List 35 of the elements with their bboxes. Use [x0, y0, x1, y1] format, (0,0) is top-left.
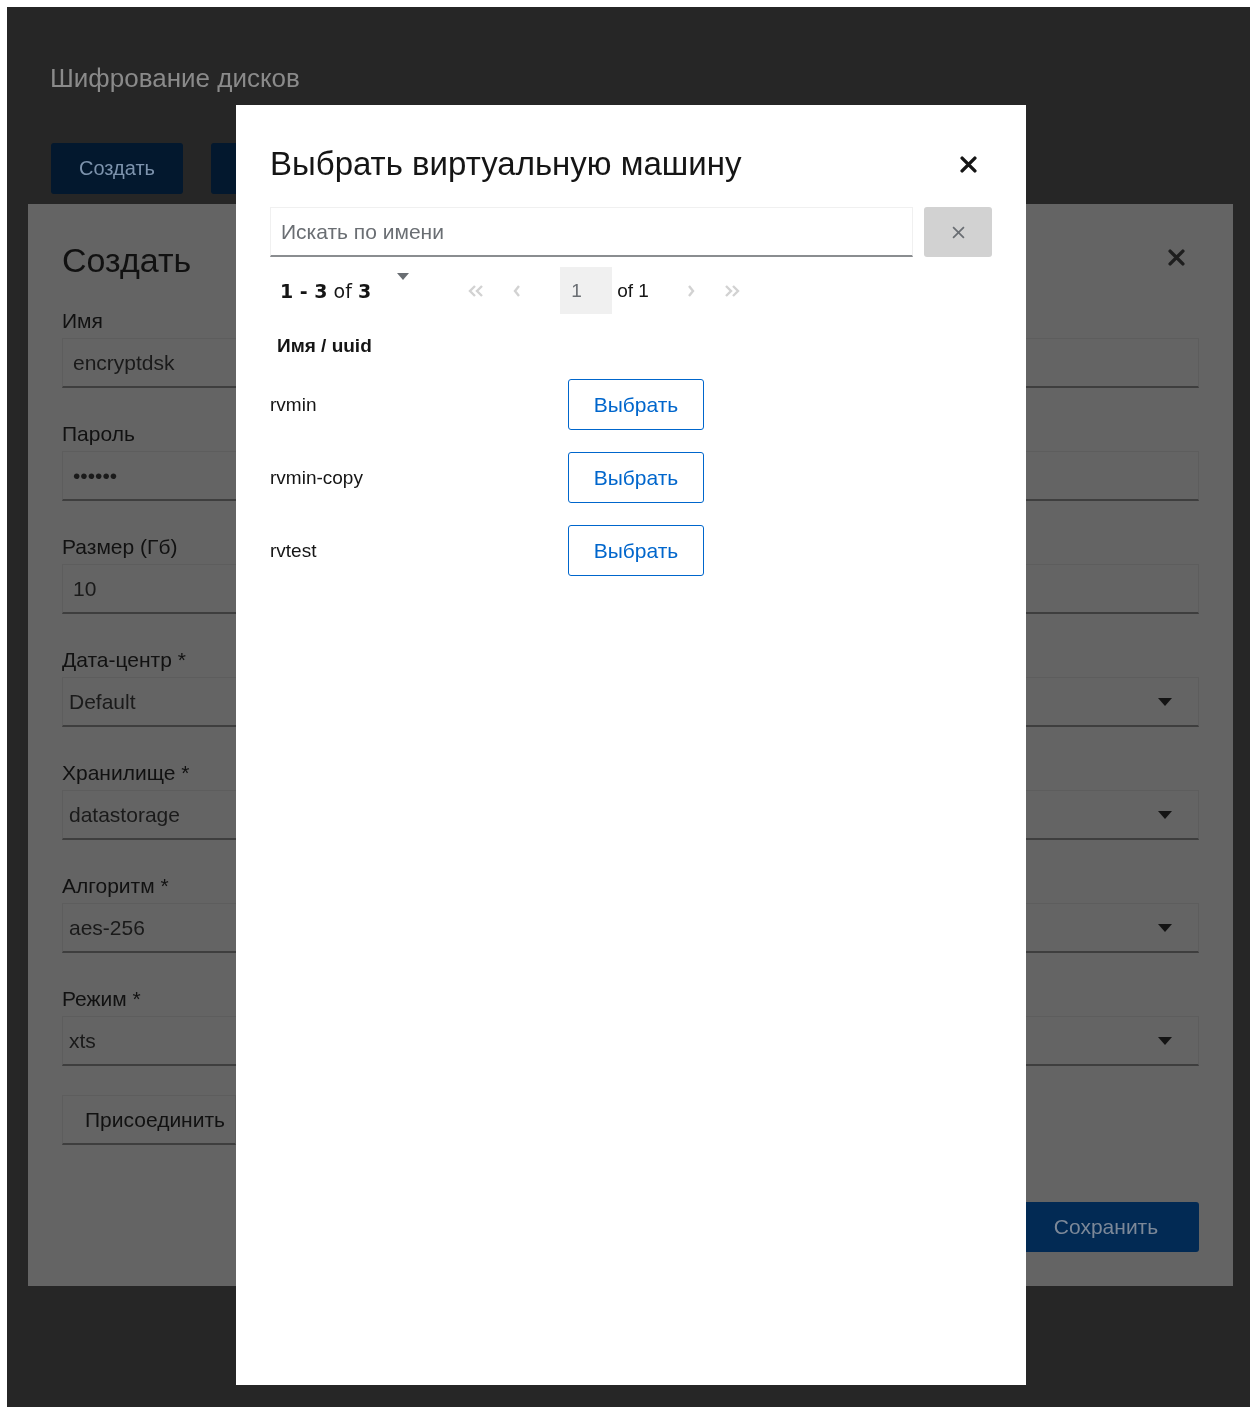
page-count: of 1: [617, 279, 649, 302]
caret-icon: [1158, 697, 1172, 706]
create-button[interactable]: Создать: [51, 143, 183, 194]
field-label: Пароль: [62, 422, 135, 446]
select-button[interactable]: Выбрать: [568, 379, 704, 430]
caret-icon: [1158, 923, 1172, 932]
next-page-icon[interactable]: [685, 283, 696, 298]
pagination-range[interactable]: 1 - 3 of 3: [280, 279, 372, 302]
attach-button[interactable]: Присоединить: [62, 1095, 236, 1145]
vm-name: rvmin: [270, 393, 318, 416]
field-label: Имя: [62, 309, 103, 333]
column-header: Имя / uuid: [277, 335, 373, 357]
caret-icon: [1158, 1036, 1172, 1045]
select-button[interactable]: Выбрать: [568, 452, 704, 503]
field-label: Режим *: [62, 987, 141, 1011]
last-page-icon[interactable]: [722, 283, 741, 298]
first-page-icon[interactable]: [467, 283, 486, 298]
close-icon: [951, 225, 965, 239]
caret-icon[interactable]: [397, 273, 410, 280]
field-label: Дата-центр *: [62, 648, 186, 672]
field-label: Размер (Гб): [62, 535, 178, 559]
field-label: Хранилище *: [62, 761, 190, 785]
close-icon[interactable]: [960, 155, 977, 173]
caret-icon: [1158, 810, 1172, 819]
field-label: Алгоритм *: [62, 874, 169, 898]
page-input[interactable]: 1: [560, 267, 613, 314]
vm-name: rvmin-copy: [270, 466, 364, 489]
search-field[interactable]: Искать по имени: [270, 207, 913, 257]
previous-page-icon[interactable]: [512, 283, 523, 298]
vm-name: rvtest: [270, 539, 318, 562]
dialog-title: Выбрать виртуальную машину: [270, 144, 742, 184]
page-title: Шифрование дисков: [50, 62, 300, 94]
form-title: Создать: [62, 240, 192, 280]
select-button[interactable]: Выбрать: [568, 525, 704, 576]
clear-button[interactable]: [924, 207, 992, 257]
